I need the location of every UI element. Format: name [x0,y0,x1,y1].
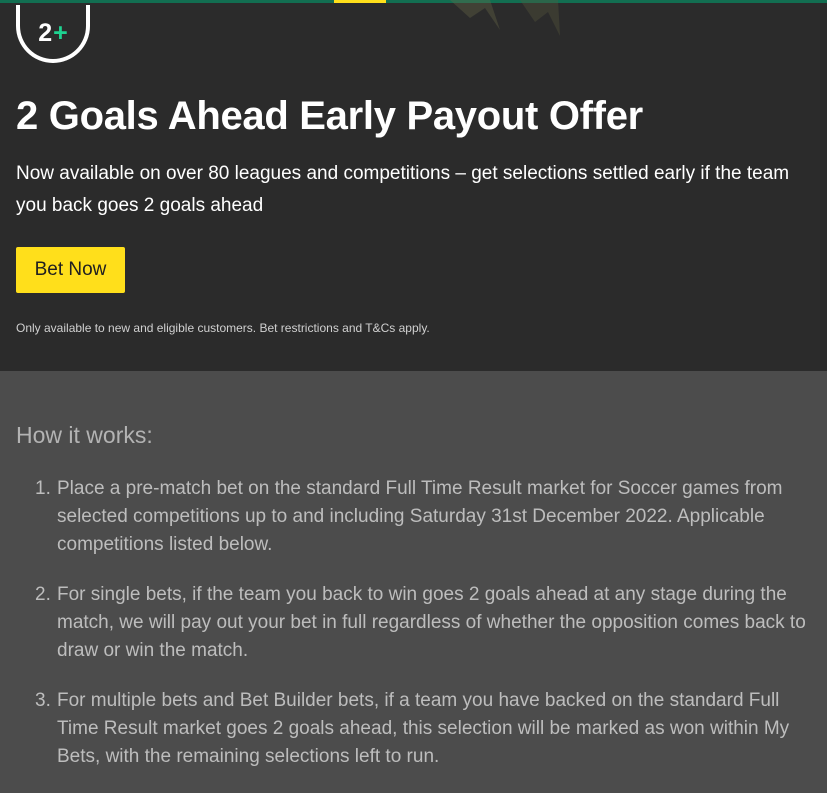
badge-number: 2 [38,18,53,47]
top-accent-strip [334,0,386,3]
step-item: 3. For multiple bets and Bet Builder bet… [35,687,817,771]
step-text: For single bets, if the team you back to… [57,584,806,661]
offer-terms: Only available to new and eligible custo… [16,321,430,335]
step-item: 1. Place a pre-match bet on the standard… [35,475,817,559]
offer-title: 2 Goals Ahead Early Payout Offer [16,94,643,138]
two-plus-badge-icon: 2 + [16,5,90,63]
step-number: 2. [35,584,51,605]
bet-now-button[interactable]: Bet Now [16,247,125,293]
how-it-works-title: How it works: [16,422,153,448]
top-brand-strip [0,0,827,3]
step-text: For multiple bets and Bet Builder bets, … [57,690,790,767]
player-silhouette-decoration [450,0,560,36]
offer-subtitle: Now available on over 80 leagues and com… [16,163,790,216]
step-number: 3. [35,690,51,711]
step-item: 2. For single bets, if the team you back… [35,581,817,665]
how-it-works-section: How it works: 1. Place a pre-match bet o… [0,371,827,775]
badge-plus: + [53,18,68,47]
steps-list: 1. Place a pre-match bet on the standard… [35,475,817,793]
step-text: Place a pre-match bet on the standard Fu… [57,478,783,555]
step-number: 1. [35,478,51,499]
promo-hero: 2 + 2 Goals Ahead Early Payout Offer Now … [0,0,827,371]
